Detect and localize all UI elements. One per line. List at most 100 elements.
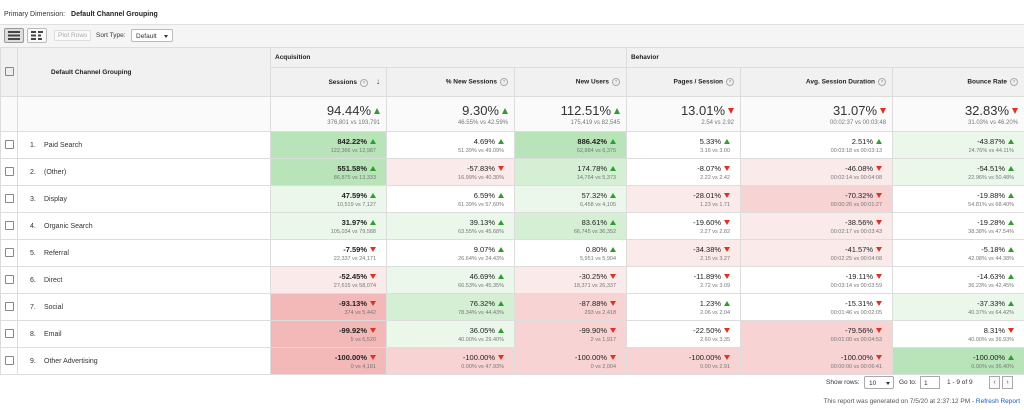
row-checkbox[interactable] xyxy=(4,355,14,365)
row-channel-link[interactable]: Display xyxy=(44,196,67,203)
metric-change-value: 46.69% xyxy=(469,271,495,281)
row-checkbox[interactable] xyxy=(4,274,14,284)
arrow-up-icon xyxy=(610,220,617,226)
column-header-pages-session[interactable]: Pages / Session? xyxy=(626,67,742,97)
arrow-up-icon xyxy=(498,301,504,307)
row-checkbox[interactable] xyxy=(4,193,14,203)
table-row[interactable]: 4. Organic Search 31.97% 105,034 vs 79,588 3… xyxy=(0,212,1024,240)
column-header-avg-duration-label: Avg. Session Duration xyxy=(805,78,876,86)
metric-comparison: 42.08% vs 44.38% xyxy=(968,255,1015,262)
column-header-sessions[interactable]: Sessions? ↓ xyxy=(270,67,387,97)
row-checkbox[interactable] xyxy=(4,166,14,176)
total-cell-new-users: 112.51% 175,419 vs 82,545 xyxy=(513,96,628,132)
metric-cell-new-sessions: 39.13% 63.55% vs 45.68% xyxy=(386,212,515,240)
arrow-down-icon xyxy=(724,247,731,253)
metric-change-value: -38.56% xyxy=(845,217,874,227)
metric-comparison: 5 vs 6,520 xyxy=(350,336,376,343)
metric-comparison: 0.00 vs 2.91 xyxy=(700,363,731,370)
row-checkbox[interactable] xyxy=(4,247,14,257)
arrow-up-icon xyxy=(1008,220,1015,226)
metric-comparison: 63.55% vs 45.68% xyxy=(458,228,504,235)
help-icon[interactable]: ? xyxy=(612,78,621,86)
row-channel-link[interactable]: Direct xyxy=(44,277,62,284)
sort-descending-icon[interactable]: ↓ xyxy=(376,77,380,86)
primary-dimension: Primary Dimension: Default Channel Group… xyxy=(4,11,158,18)
row-channel-link[interactable]: Referral xyxy=(44,250,69,257)
arrow-down-icon xyxy=(876,193,883,199)
row-checkbox[interactable] xyxy=(4,220,14,230)
row-channel-link[interactable]: Paid Search xyxy=(44,142,82,149)
sort-type-select[interactable]: Default xyxy=(131,29,173,42)
column-header-new-sessions[interactable]: % New Sessions? xyxy=(386,67,515,97)
select-all-cell xyxy=(0,47,18,97)
arrow-down-icon xyxy=(370,274,376,280)
show-rows-select[interactable]: 10 xyxy=(864,376,894,389)
help-icon[interactable]: ? xyxy=(500,78,508,86)
total-comparison: 46.55% vs 42.59% xyxy=(457,119,508,126)
metric-comparison: 2 vs 1,917 xyxy=(590,336,617,343)
metric-cell-avg-duration: -41.57% 00:02:25 vs 00:04:08 xyxy=(740,239,894,267)
row-channel-link[interactable]: Other Advertising xyxy=(44,358,98,365)
arrow-down-icon xyxy=(876,301,883,307)
help-icon[interactable]: ? xyxy=(878,78,887,86)
metric-comparison: 22.96% vs 50.48% xyxy=(968,174,1015,181)
metric-cell-sessions: -100.00% 0 vs 4,181 xyxy=(270,347,387,375)
column-header-avg-duration[interactable]: Avg. Session Duration? xyxy=(740,67,894,97)
metric-change: -100.00% xyxy=(515,353,626,362)
help-icon[interactable]: ? xyxy=(1010,78,1019,86)
row-channel-link[interactable]: Social xyxy=(44,304,63,311)
plot-rows-button[interactable]: Plot Rows xyxy=(54,30,92,41)
help-icon[interactable]: ? xyxy=(360,78,368,87)
metric-comparison: 16.99% vs 40.30% xyxy=(458,174,504,181)
metric-cell-pages-session: -22.50% 2.60 vs 3.35 xyxy=(626,320,742,348)
metric-change: 174.78% xyxy=(515,164,626,173)
row-checkbox[interactable] xyxy=(4,301,14,311)
metric-change: -5.18% xyxy=(893,245,1024,254)
metric-cell-avg-duration: -38.56% 00:02:17 vs 00:03:43 xyxy=(740,212,894,240)
prev-page-button[interactable]: ‹ xyxy=(989,376,1000,389)
table-row[interactable]: 6. Direct -52.45% 27,615 vs 58,074 46.69% 66.… xyxy=(0,266,1024,294)
table-view-button[interactable] xyxy=(4,28,24,43)
select-all-checkbox[interactable] xyxy=(4,66,14,76)
column-header-dimension[interactable]: Default Channel Grouping xyxy=(17,47,271,97)
metric-comparison: 2.22 vs 2.42 xyxy=(700,174,731,181)
metric-change-value: -100.00% xyxy=(462,352,495,362)
refresh-report-link[interactable]: Refresh Report xyxy=(976,398,1020,405)
metric-cell-new-sessions: -57.83% 16.99% vs 40.30% xyxy=(386,158,515,186)
metric-comparison: 0.00% vs 47.93% xyxy=(461,363,504,370)
metric-cell-pages-session: 1.23% 2.06 vs 2.04 xyxy=(626,293,742,321)
table-row[interactable]: 3. Display 47.59% 10,519 vs 7,127 6.59% 61.39… xyxy=(0,185,1024,213)
metric-comparison: 374 vs 5,442 xyxy=(344,309,377,316)
goto-input[interactable]: 1 xyxy=(920,376,940,389)
arrow-up-icon xyxy=(502,108,508,115)
column-header-new-users[interactable]: New Users? xyxy=(513,67,628,97)
row-channel-link[interactable]: Email xyxy=(44,331,62,338)
table-row[interactable]: 8. Email -99.92% 5 vs 6,520 36.05% 40.00% vs … xyxy=(0,320,1024,348)
table-row[interactable]: 5. Referral -7.59% 22,337 vs 24,171 9.07% 26.… xyxy=(0,239,1024,267)
metric-cell-pages-session: -28.01% 1.23 vs 1.71 xyxy=(626,185,742,213)
metric-cell-new-users: -99.90% 2 vs 1,917 xyxy=(513,320,628,348)
table-row[interactable]: 2. (Other) 551.58% 86,875 vs 13,333 -57.83% 1… xyxy=(0,158,1024,186)
metric-cell-new-sessions: 76.32% 78.34% vs 44.43% xyxy=(386,293,515,321)
row-checkbox[interactable] xyxy=(4,328,14,338)
row-channel-link[interactable]: (Other) xyxy=(44,169,66,176)
metric-change-value: 4.69% xyxy=(473,136,495,146)
arrow-down-icon xyxy=(876,220,883,226)
row-channel-link[interactable]: Organic Search xyxy=(44,223,93,230)
metric-change-value: -100.00% xyxy=(688,352,722,362)
table-row[interactable]: 9. Other Advertising -100.00% 0 vs 4,181 -10… xyxy=(0,347,1024,375)
metric-change-value: -11.89% xyxy=(693,271,722,281)
comparison-view-button[interactable] xyxy=(27,28,47,43)
column-header-bounce-rate[interactable]: Bounce Rate? xyxy=(892,67,1024,97)
table-row[interactable]: 7. Social -93.13% 374 vs 5,442 76.32% 78.34% … xyxy=(0,293,1024,321)
metric-cell-sessions: 31.97% 105,034 vs 79,588 xyxy=(270,212,387,240)
row-dimension-cell: 8. Email xyxy=(17,320,271,348)
metric-comparison: 40.00% vs 36.93% xyxy=(968,336,1015,343)
metric-change: -41.57% xyxy=(741,245,892,254)
primary-dimension-value[interactable]: Default Channel Grouping xyxy=(71,11,158,18)
table-row[interactable]: 1. Paid Search 842.22% 122,366 vs 12,987 4.6… xyxy=(0,131,1024,159)
next-page-button[interactable]: › xyxy=(1002,376,1013,389)
row-checkbox[interactable] xyxy=(4,139,14,149)
metric-comparison: 40.00% vs 29.40% xyxy=(458,336,504,343)
help-icon[interactable]: ? xyxy=(726,78,735,86)
